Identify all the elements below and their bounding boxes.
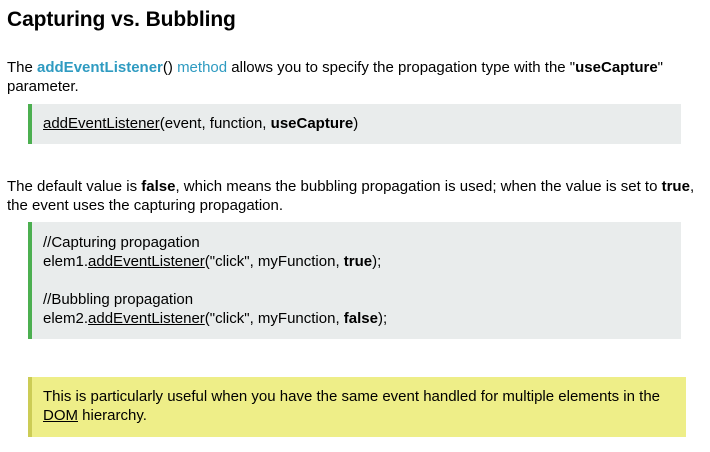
method-link[interactable]: method <box>177 59 227 76</box>
page: Capturing vs. Bubbling The addEventListe… <box>0 0 710 452</box>
signature-code-block: addEventListener(event, function, useCap… <box>28 104 681 144</box>
code-value-false: false <box>343 310 378 327</box>
code-args: ("click", myFunction, <box>204 310 344 327</box>
note-text-before: This is particularly useful when you hav… <box>43 388 660 405</box>
signature-close: ) <box>353 115 359 132</box>
signature-function-link[interactable]: addEventListener <box>43 115 160 132</box>
note-box: This is particularly useful when you hav… <box>28 377 686 437</box>
default-text-before: The default value is <box>7 178 142 195</box>
code-line-bubbling: elem2.addEventListener("click", myFuncti… <box>43 309 681 328</box>
code-comment-capturing: //Capturing propagation <box>43 234 200 251</box>
code-end: ); <box>372 253 382 270</box>
intro-text-before: The <box>7 59 38 76</box>
code-object: elem1. <box>43 253 89 270</box>
signature-args: (event, function, <box>159 115 271 132</box>
code-comment-bubbling: //Bubbling propagation <box>43 291 194 308</box>
signature-param: useCapture <box>270 115 354 132</box>
code-args: ("click", myFunction, <box>204 253 344 270</box>
example-code-block: //Capturing propagation elem1.addEventLi… <box>28 222 681 339</box>
addeventlistener-link[interactable]: addEventListener <box>37 59 163 76</box>
usecapture-bold: useCapture <box>575 59 658 76</box>
page-title: Capturing vs. Bubbling <box>7 8 236 31</box>
note-text-after: hierarchy. <box>78 407 147 424</box>
code-function-link[interactable]: addEventListener <box>88 310 205 327</box>
intro-paren: () <box>162 59 173 76</box>
code-line-capturing: elem1.addEventListener("click", myFuncti… <box>43 252 681 271</box>
true-word: true <box>661 178 690 195</box>
false-word: false <box>141 178 176 195</box>
code-value-true: true <box>343 253 373 270</box>
default-value-paragraph: The default value is false, which means … <box>7 177 707 215</box>
code-function-link[interactable]: addEventListener <box>88 253 205 270</box>
default-text-middle: , which means the bubbling propagation i… <box>175 178 662 195</box>
code-end: ); <box>378 310 388 327</box>
intro-text-after: allows you to specify the propagation ty… <box>227 59 576 76</box>
intro-paragraph: The addEventListener() method allows you… <box>7 58 707 96</box>
dom-link[interactable]: DOM <box>43 407 78 424</box>
code-object: elem2. <box>43 310 89 327</box>
